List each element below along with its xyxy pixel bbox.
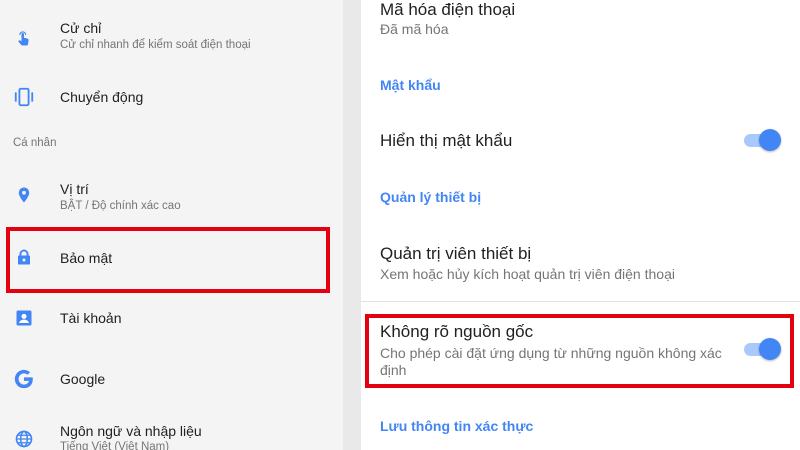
show-password-toggle[interactable] bbox=[744, 128, 782, 152]
settings-item-location[interactable]: Vị trí BẬT / Độ chính xác cao bbox=[0, 168, 343, 226]
toggle-thumb bbox=[759, 129, 781, 151]
gesture-hand-icon bbox=[12, 26, 36, 50]
highlight-box-security bbox=[6, 227, 330, 293]
settings-item-title: Vị trí bbox=[60, 181, 89, 197]
setting-title: Quản trị viên thiết bị bbox=[380, 244, 532, 263]
settings-item-google[interactable]: Google bbox=[0, 350, 343, 408]
google-icon bbox=[12, 367, 36, 391]
settings-item-subtitle: BẬT / Độ chính xác cao bbox=[60, 200, 181, 212]
settings-item-title: Google bbox=[60, 371, 106, 387]
settings-list-pane: Cử chỉ Cử chỉ nhanh để kiểm soát điện th… bbox=[0, 0, 343, 450]
setting-subtitle: Xem hoặc hủy kích hoạt quản trị viên điệ… bbox=[380, 266, 675, 282]
highlight-box-unknown-sources bbox=[365, 314, 794, 388]
account-icon bbox=[12, 306, 36, 330]
divider bbox=[361, 301, 800, 302]
section-header-personal: Cá nhân bbox=[13, 137, 57, 149]
settings-item-motion[interactable]: Chuyển động bbox=[0, 70, 343, 125]
settings-item-subtitle: Tiếng Việt (Việt Nam) bbox=[60, 441, 170, 450]
settings-item-title: Tài khoản bbox=[60, 310, 122, 326]
settings-item-subtitle: Cử chỉ nhanh để kiểm soát điện thoại bbox=[60, 39, 251, 51]
settings-item-language[interactable]: Ngôn ngữ và nhập liệu Tiếng Việt (Việt N… bbox=[0, 410, 343, 450]
category-device-management: Quản lý thiết bị bbox=[380, 189, 482, 205]
settings-item-accounts[interactable]: Tài khoản bbox=[0, 292, 343, 346]
setting-title: Hiển thị mật khẩu bbox=[380, 131, 513, 150]
settings-item-gestures[interactable]: Cử chỉ Cử chỉ nhanh để kiểm soát điện th… bbox=[0, 0, 343, 70]
settings-item-title: Chuyển động bbox=[60, 89, 144, 105]
location-pin-icon bbox=[12, 183, 36, 207]
setting-title: Mã hóa điện thoại bbox=[380, 0, 516, 19]
motion-phone-icon bbox=[12, 85, 36, 109]
setting-subtitle: Đã mã hóa bbox=[380, 21, 449, 37]
category-credential-storage: Lưu thông tin xác thực bbox=[380, 418, 534, 434]
globe-icon bbox=[12, 427, 36, 450]
settings-item-title: Cử chỉ bbox=[60, 20, 102, 36]
category-password: Mật khẩu bbox=[380, 77, 441, 93]
pane-divider bbox=[343, 0, 361, 450]
settings-item-title: Ngôn ngữ và nhập liệu bbox=[60, 423, 202, 439]
